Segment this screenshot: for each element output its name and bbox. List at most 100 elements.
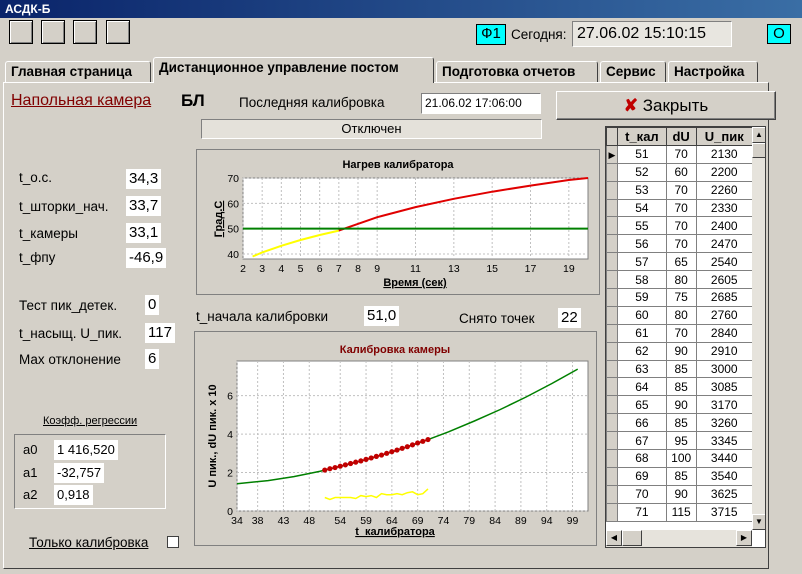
- cell-du[interactable]: 75: [665, 288, 697, 307]
- table-hscrollbar[interactable]: ◀ ▶: [606, 530, 752, 547]
- cell-t-cal[interactable]: 67: [617, 431, 667, 451]
- cell-du[interactable]: 90: [665, 484, 697, 504]
- row-indicator[interactable]: [606, 252, 618, 272]
- cell-t-cal[interactable]: 54: [617, 198, 667, 218]
- only-calibration-checkbox[interactable]: [167, 536, 179, 548]
- cell-t-cal[interactable]: 68: [617, 449, 667, 468]
- cell-u-peak[interactable]: 3000: [695, 359, 754, 379]
- tab-remote-control[interactable]: Дистанционное управление постом: [153, 57, 434, 83]
- cell-t-cal[interactable]: 58: [617, 270, 667, 290]
- cell-t-cal[interactable]: 62: [617, 341, 667, 361]
- calibration-table[interactable]: t_кал dU U_пик ▶ 51 70 2130 52 60 2200 53 70 2260…: [605, 126, 766, 548]
- cell-t-cal[interactable]: 63: [617, 359, 667, 379]
- cell-u-peak[interactable]: 2910: [695, 341, 754, 361]
- cell-du[interactable]: 70: [665, 216, 697, 236]
- cell-t-cal[interactable]: 52: [617, 162, 667, 182]
- table-row[interactable]: 61 70 2840: [606, 323, 754, 343]
- table-row[interactable]: 59 75 2685: [606, 288, 754, 307]
- row-indicator[interactable]: ▶: [606, 144, 618, 164]
- table-row[interactable]: 58 80 2605: [606, 270, 754, 290]
- cell-du[interactable]: 70: [665, 234, 697, 254]
- table-row[interactable]: 69 85 3540: [606, 466, 754, 486]
- cell-u-peak[interactable]: 3170: [695, 395, 754, 415]
- f1-indicator[interactable]: Ф1: [476, 24, 506, 45]
- row-indicator[interactable]: [606, 270, 618, 290]
- row-indicator[interactable]: [606, 395, 618, 415]
- cell-u-peak[interactable]: 2760: [695, 305, 754, 325]
- cell-du[interactable]: 60: [665, 162, 697, 182]
- row-indicator[interactable]: [606, 431, 618, 451]
- cell-du[interactable]: 115: [665, 502, 697, 522]
- table-row[interactable]: 68 100 3440: [606, 449, 754, 468]
- close-button[interactable]: ✘ Закрыть: [556, 91, 776, 120]
- cell-u-peak[interactable]: 2330: [695, 198, 754, 218]
- cell-du[interactable]: 70: [665, 198, 697, 218]
- row-indicator[interactable]: [606, 288, 618, 307]
- cell-u-peak[interactable]: 2130: [695, 144, 754, 164]
- table-row[interactable]: 67 95 3345: [606, 431, 754, 451]
- table-row[interactable]: 70 90 3625: [606, 484, 754, 504]
- cell-du[interactable]: 70: [665, 144, 697, 164]
- cell-t-cal[interactable]: 71: [617, 502, 667, 522]
- row-indicator[interactable]: [606, 341, 618, 361]
- cell-u-peak[interactable]: 2605: [695, 270, 754, 290]
- cell-u-peak[interactable]: 2685: [695, 288, 754, 307]
- table-row[interactable]: 64 85 3085: [606, 377, 754, 397]
- cell-du[interactable]: 100: [665, 449, 697, 468]
- table-row[interactable]: 52 60 2200: [606, 162, 754, 182]
- cell-du[interactable]: 90: [665, 395, 697, 415]
- toolbar-button-2[interactable]: [41, 20, 65, 44]
- toolbar-button-3[interactable]: [73, 20, 97, 44]
- row-indicator[interactable]: [606, 466, 618, 486]
- cell-u-peak[interactable]: 2540: [695, 252, 754, 272]
- tab-settings[interactable]: Настройка: [668, 61, 758, 83]
- cell-du[interactable]: 85: [665, 466, 697, 486]
- cell-u-peak[interactable]: 3440: [695, 449, 754, 468]
- row-indicator[interactable]: [606, 323, 618, 343]
- cell-u-peak[interactable]: 3085: [695, 377, 754, 397]
- row-indicator[interactable]: [606, 180, 618, 200]
- cell-du[interactable]: 90: [665, 341, 697, 361]
- table-row[interactable]: 66 85 3260: [606, 413, 754, 433]
- cell-t-cal[interactable]: 51: [617, 144, 667, 164]
- cell-u-peak[interactable]: 2840: [695, 323, 754, 343]
- scroll-right-icon[interactable]: ▶: [736, 530, 752, 546]
- row-indicator[interactable]: [606, 377, 618, 397]
- scroll-thumb[interactable]: [752, 143, 765, 158]
- row-indicator[interactable]: [606, 216, 618, 236]
- cell-du[interactable]: 95: [665, 431, 697, 451]
- cell-u-peak[interactable]: 3345: [695, 431, 754, 451]
- cell-du[interactable]: 65: [665, 252, 697, 272]
- cell-u-peak[interactable]: 3715: [695, 502, 754, 522]
- cell-t-cal[interactable]: 55: [617, 216, 667, 236]
- camera-name[interactable]: Напольная камера: [11, 92, 151, 110]
- table-row[interactable]: 65 90 3170: [606, 395, 754, 415]
- table-row[interactable]: 60 80 2760: [606, 305, 754, 325]
- cell-t-cal[interactable]: 59: [617, 288, 667, 307]
- cell-u-peak[interactable]: 2470: [695, 234, 754, 254]
- row-indicator[interactable]: [606, 234, 618, 254]
- toolbar-button-1[interactable]: [9, 20, 33, 44]
- table-vscrollbar[interactable]: ▲ ▼: [752, 127, 765, 530]
- table-row[interactable]: 56 70 2470: [606, 234, 754, 254]
- cell-u-peak[interactable]: 3260: [695, 413, 754, 433]
- table-row[interactable]: 53 70 2260: [606, 180, 754, 200]
- cell-u-peak[interactable]: 2400: [695, 216, 754, 236]
- cell-t-cal[interactable]: 61: [617, 323, 667, 343]
- cell-u-peak[interactable]: 3540: [695, 466, 754, 486]
- row-indicator[interactable]: [606, 359, 618, 379]
- cell-t-cal[interactable]: 69: [617, 466, 667, 486]
- table-row[interactable]: 71 115 3715: [606, 502, 754, 522]
- scroll-down-icon[interactable]: ▼: [752, 514, 765, 530]
- cell-u-peak[interactable]: 3625: [695, 484, 754, 504]
- o-indicator[interactable]: О: [767, 24, 791, 44]
- row-indicator[interactable]: [606, 502, 618, 522]
- cell-t-cal[interactable]: 57: [617, 252, 667, 272]
- cell-u-peak[interactable]: 2200: [695, 162, 754, 182]
- row-indicator[interactable]: [606, 305, 618, 325]
- cell-t-cal[interactable]: 60: [617, 305, 667, 325]
- column-header-t-cal[interactable]: t_кал: [617, 127, 667, 146]
- cell-t-cal[interactable]: 65: [617, 395, 667, 415]
- cell-t-cal[interactable]: 66: [617, 413, 667, 433]
- tab-main[interactable]: Главная страница: [5, 61, 151, 83]
